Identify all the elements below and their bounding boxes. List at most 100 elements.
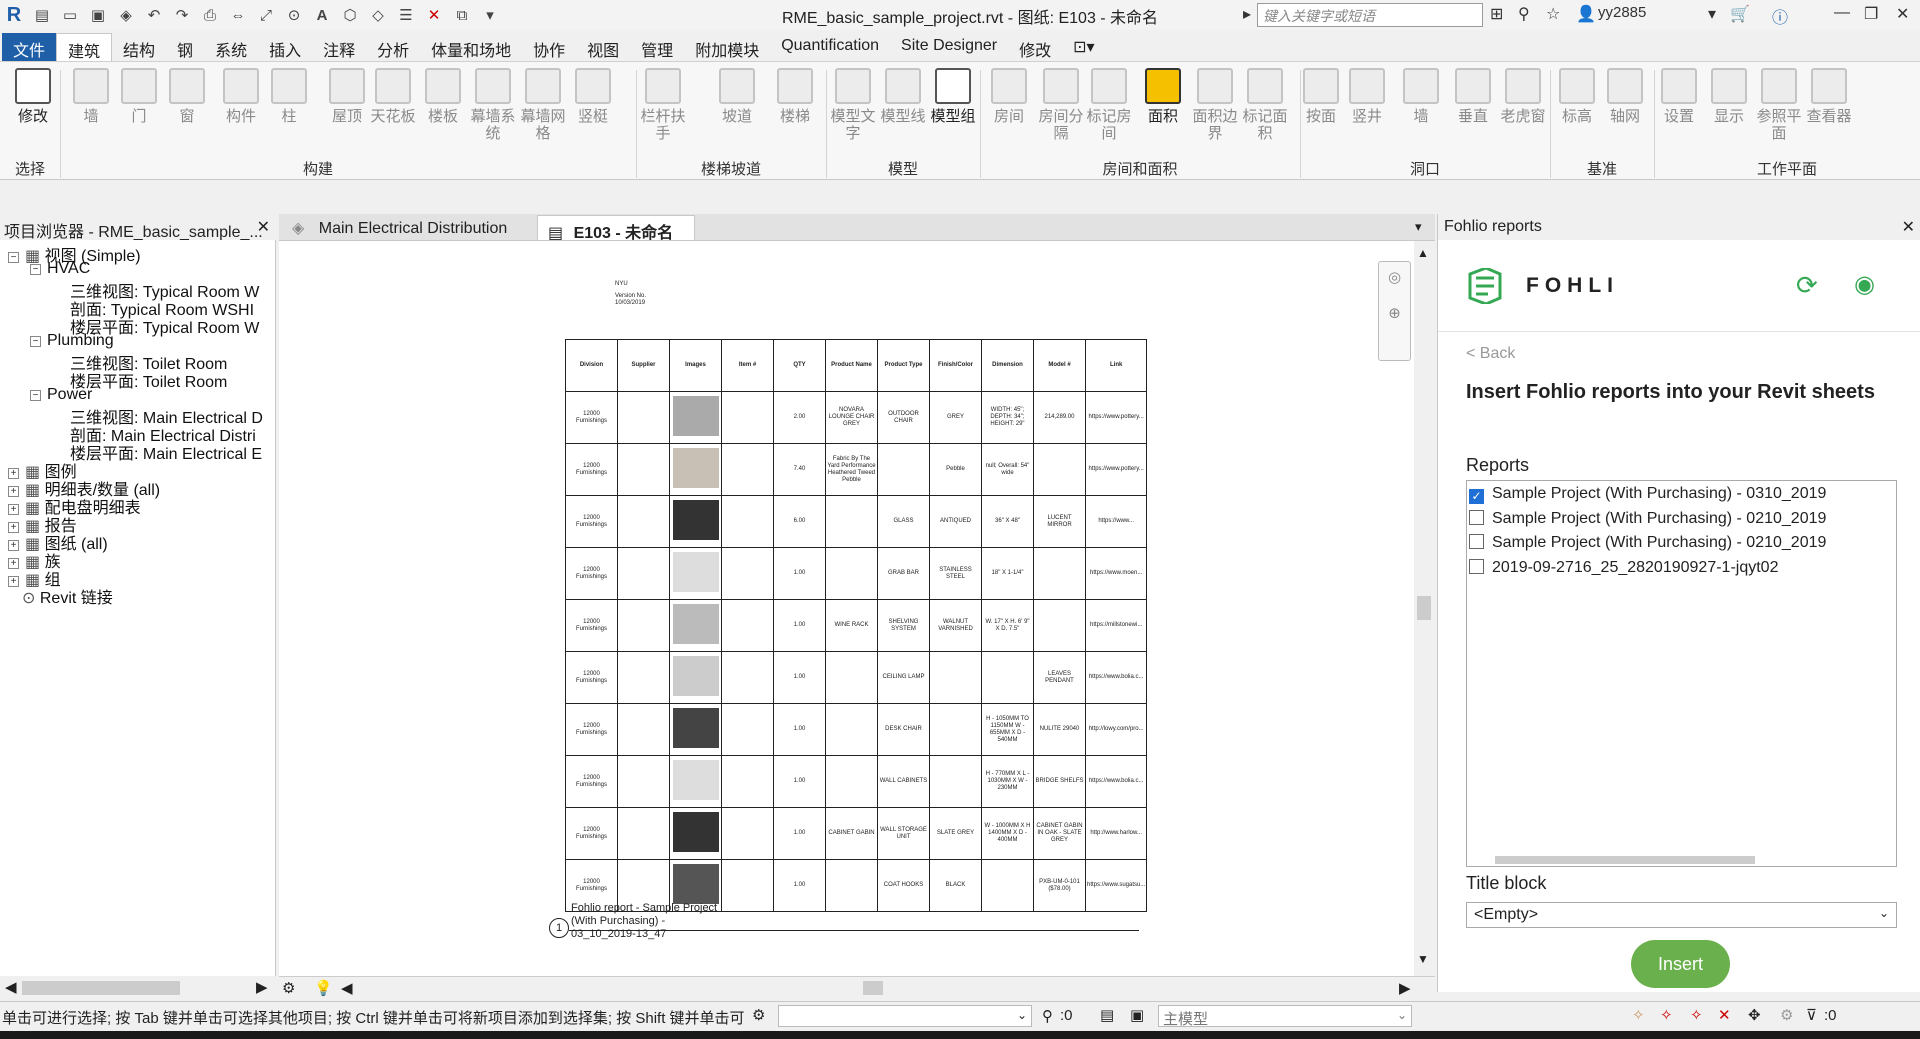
reports-hscroll-thumb[interactable] — [1495, 856, 1755, 864]
collapse-icon[interactable]: − — [30, 336, 41, 347]
fohlio-report-table[interactable]: Division Supplier Images Item # QTY Product N… — [565, 339, 1148, 912]
ribbon-button[interactable]: 按面 — [1296, 68, 1346, 125]
select-by-face-icon[interactable]: ✕ — [1718, 1006, 1731, 1024]
ribbon-tab[interactable]: 结构 — [112, 33, 166, 61]
redo-icon[interactable]: ↷ — [171, 4, 193, 26]
ribbon-button[interactable]: 修改 — [8, 68, 58, 125]
workset-select[interactable]: ⌄ — [778, 1005, 1032, 1027]
design-options-icon[interactable]: ▤ — [1100, 1006, 1114, 1024]
ribbon-button[interactable]: 房间 — [984, 68, 1034, 125]
table-row[interactable]: 12000 Furnishings 1.00 GRAB BAR STAINLESS S… — [565, 547, 1148, 600]
ribbon-tab[interactable]: 系统 — [204, 33, 258, 61]
ribbon-button[interactable]: 屋顶 — [322, 68, 372, 125]
subscription-icon[interactable]: ⚲ — [1518, 4, 1530, 24]
ribbon-tab[interactable]: 文件 — [2, 33, 57, 61]
ribbon-toggle-icon[interactable]: ⊡▾ — [1062, 33, 1105, 61]
ribbon-button[interactable]: 垂直 — [1448, 68, 1498, 125]
ribbon-tab[interactable]: 协作 — [522, 33, 576, 61]
report-item[interactable]: Sample Project (With Purchasing) - 0210_… — [1469, 534, 1826, 552]
browser-hscrollbar[interactable]: ◀ ▶ — [0, 976, 276, 1000]
tag-icon[interactable]: ⊙ — [283, 4, 305, 26]
user-icon[interactable]: 👤 — [1576, 4, 1596, 24]
ribbon-button[interactable]: 显示 — [1704, 68, 1754, 125]
drag-elements-icon[interactable]: ✥ — [1748, 1006, 1761, 1024]
worksets-icon[interactable]: ⚙ — [752, 1006, 765, 1024]
ribbon-tab[interactable]: Site Designer — [890, 33, 1008, 61]
search-input[interactable]: 键入关键字或短语 — [1257, 3, 1483, 27]
browser-tree-item[interactable]: ⊙ Revit 链接 — [22, 584, 113, 608]
report-item[interactable]: 2019-09-2716_25_2820190927-1-jqyt02 — [1469, 558, 1778, 577]
ribbon-button[interactable]: 窗 — [162, 68, 212, 125]
table-row[interactable]: 12000 Furnishings 1.00 DESK CHAIR H - 1050M… — [565, 703, 1148, 756]
table-row[interactable]: 12000 Furnishings 1.00 WINE RACK SHELVING S… — [565, 599, 1148, 652]
ribbon-button[interactable]: 设置 — [1654, 68, 1704, 125]
ribbon-button[interactable]: 栏杆扶手 — [638, 68, 688, 142]
ribbon-button[interactable]: 坡道 — [712, 68, 762, 125]
measure-icon[interactable]: ⇔ — [227, 4, 249, 26]
scale-icon[interactable]: ⚙ — [282, 979, 295, 997]
back-link[interactable]: < Back — [1466, 345, 1515, 363]
editable-icon[interactable]: ⚲ — [1042, 1007, 1053, 1025]
table-row[interactable]: 12000 Furnishings 1.00 CABINET GABIN WALL S… — [565, 807, 1148, 860]
revit-logo-icon[interactable]: R — [3, 4, 25, 26]
steering-wheel-icon[interactable]: ◎ — [1379, 268, 1410, 286]
switch-windows-icon[interactable]: ⧉ — [451, 4, 473, 26]
table-row[interactable]: 12000 Furnishings 1.00 CEILING LAMP LEAVES … — [565, 651, 1148, 704]
insert-button[interactable]: Insert — [1631, 940, 1730, 988]
cart-icon[interactable]: 🛒 — [1730, 4, 1750, 24]
scroll-thumb[interactable] — [1417, 596, 1431, 620]
reveal-icon[interactable]: 💡 — [314, 979, 333, 997]
account-icon[interactable]: ◉ — [1854, 270, 1875, 299]
scroll-down-icon[interactable]: ▼ — [1415, 952, 1431, 966]
ribbon-tab[interactable]: Quantification — [770, 33, 890, 61]
ribbon-tab[interactable]: 建筑 — [56, 33, 113, 61]
collapse-icon[interactable]: − — [30, 264, 41, 275]
collapse-icon[interactable]: − — [8, 252, 19, 263]
folder-open-icon[interactable]: ▭ — [59, 4, 81, 26]
ribbon-button[interactable]: 楼板 — [418, 68, 468, 125]
background-process-icon[interactable]: ⚙ — [1780, 1006, 1793, 1024]
ribbon-button[interactable]: 门 — [114, 68, 164, 125]
browser-scroll-left-icon[interactable]: ◀ — [5, 978, 17, 996]
section-icon[interactable]: ◇ — [367, 4, 389, 26]
scroll-right-icon[interactable]: ▶ — [1399, 979, 1411, 997]
select-links-icon[interactable]: ✧ — [1632, 1006, 1645, 1024]
tab-main-electrical[interactable]: ◈ Main Electrical Distribution — [282, 215, 534, 240]
refresh-icon[interactable]: ⟳ — [1796, 270, 1818, 301]
table-row[interactable]: 12000 Furnishings 2.00 NOVARA LOUNGE CHAIR… — [565, 391, 1148, 444]
report-checkbox[interactable] — [1469, 558, 1484, 574]
zoom-icon[interactable]: ⊕ — [1379, 304, 1410, 322]
ribbon-button[interactable]: 柱 — [264, 68, 314, 125]
ribbon-button[interactable]: 老虎窗 — [1498, 68, 1548, 125]
sync-icon[interactable]: ◈ — [115, 4, 137, 26]
minimize-icon[interactable]: — — [1834, 4, 1850, 22]
3d-view-icon[interactable]: ⬡ — [339, 4, 361, 26]
browser-close-icon[interactable]: ✕ — [257, 217, 270, 237]
ribbon-tab[interactable]: 附加模块 — [684, 33, 770, 61]
binoculars-icon[interactable]: ⊞ — [1490, 4, 1503, 24]
browser-scroll-right-icon[interactable]: ▶ — [256, 978, 268, 996]
ribbon-tab[interactable]: 修改 — [1008, 33, 1062, 61]
view-number-tag[interactable]: 1 — [549, 918, 569, 938]
ribbon-button[interactable]: 墙 — [66, 68, 116, 125]
browser-tree-item[interactable]: − Plumbing — [30, 332, 114, 350]
tab-e103[interactable]: ▤ E103 - 未命名 ✕ — [537, 215, 695, 262]
fohlio-close-icon[interactable]: ✕ — [1902, 217, 1915, 237]
ribbon-button[interactable]: 参照平面 — [1754, 68, 1804, 142]
close-icon[interactable]: ✕ — [1896, 4, 1909, 24]
ribbon-tab[interactable]: 插入 — [258, 33, 312, 61]
ribbon-button[interactable]: 楼梯 — [770, 68, 820, 125]
design-option-select[interactable]: 主模型 ⌄ — [1158, 1005, 1412, 1028]
ribbon-button[interactable]: 房间分隔 — [1036, 68, 1086, 142]
ribbon-tab[interactable]: 分析 — [366, 33, 420, 61]
title-block-select[interactable]: <Empty> ⌄ — [1466, 902, 1897, 928]
ribbon-tab[interactable]: 体量和场地 — [420, 33, 522, 61]
expand-icon[interactable]: + — [8, 576, 19, 587]
scroll-up-icon[interactable]: ▲ — [1415, 246, 1431, 260]
browser-tree-item[interactable]: 楼层平面: Main Electrical E — [70, 440, 262, 464]
ribbon-button[interactable]: 幕墙系统 — [468, 68, 518, 142]
restore-icon[interactable]: ❐ — [1864, 4, 1878, 24]
ribbon-button[interactable]: 面积边界 — [1190, 68, 1240, 142]
ribbon-button[interactable]: 天花板 — [368, 68, 418, 125]
ribbon-button[interactable]: 标高 — [1552, 68, 1602, 125]
